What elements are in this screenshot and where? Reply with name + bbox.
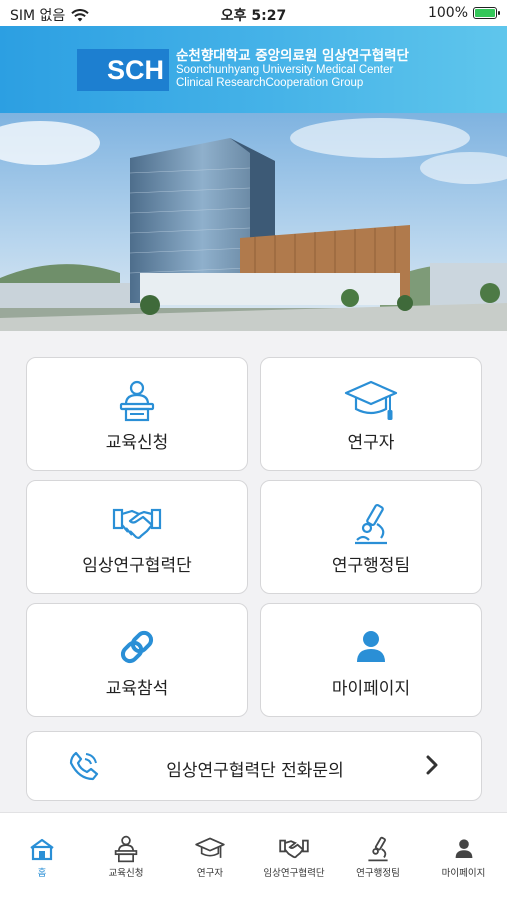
sch-logo: SCH [77,49,169,91]
tab-label: 연구자 [196,868,224,879]
user-icon [356,624,386,670]
menu-research-admin-team[interactable]: 연구행정팀 [260,480,482,594]
menu-label: 연구자 [347,433,395,453]
microscope-icon [351,501,391,547]
tab-label: 연구행정팀 [356,868,400,879]
title-korean: 순천향대학교 중앙의료원 임상연구협력단 [176,48,409,64]
battery-group: 100% [427,5,500,21]
hospital-building-image [0,113,507,331]
tab-label: 교육신청 [108,868,144,879]
battery-icon [473,7,500,19]
menu-clinical-research-group[interactable]: 임상연구협력단 [26,480,248,594]
tab-researcher[interactable]: 연구자 [168,813,252,883]
chevron-right-icon [426,755,438,775]
logo-text: SCH [107,55,165,85]
menu-label: 마이페이지 [331,679,411,699]
tab-education-apply[interactable]: 교육신청 [84,813,168,883]
handshake-icon [112,501,162,547]
tab-label: 임상연구협력단 [263,868,325,879]
phone-inquiry-label: 임상연구협력단 전화문의 [166,761,344,781]
lecturer-icon [113,835,139,863]
handshake-icon [279,835,309,863]
menu-my-page[interactable]: 마이페이지 [260,603,482,717]
tab-clinical-research-group[interactable]: 임상연구협력단 [252,813,336,883]
lecturer-icon [117,378,157,424]
menu-education-attendance[interactable]: 교육참석 [26,603,248,717]
menu-label: 연구행정팀 [331,556,411,576]
organization-title: 순천향대학교 중앙의료원 임상연구협력단 Soonchunhyang Unive… [176,48,409,90]
title-english-line2: Clinical ResearchCooperation Group [176,77,364,89]
menu-label: 임상연구협력단 [82,556,192,576]
app-header: SCH 순천향대학교 중앙의료원 임상연구협력단 Soonchunhyang U… [0,26,507,113]
tab-my-page[interactable]: 마이페이지 [420,813,507,883]
tab-label: 마이페이지 [441,868,486,879]
tab-home[interactable]: 홈 [0,813,84,883]
phone-inquiry-button[interactable]: 임상연구협력단 전화문의 [26,731,482,801]
tab-label: 홈 [37,868,47,879]
menu-education-apply[interactable]: 교육신청 [26,357,248,471]
title-english-line1: Soonchunhyang University Medical Center [176,64,394,76]
menu-label: 교육신청 [105,433,169,453]
user-icon [455,835,473,863]
home-icon [28,835,56,863]
status-bar: SIM 없음 오후 5:27 100% [0,0,507,26]
graduation-cap-icon [344,378,398,424]
tab-research-admin-team[interactable]: 연구행정팀 [336,813,420,883]
link-icon [116,624,158,670]
menu-researcher[interactable]: 연구자 [260,357,482,471]
graduation-cap-icon [195,835,225,863]
microscope-icon [366,835,390,863]
menu-label: 교육참석 [105,679,169,699]
battery-percent: 100% [427,5,468,21]
bottom-tab-bar: 홈 교육신청 연구자 임상연구협력단 연구행정팀 마이페이지 [0,812,507,900]
